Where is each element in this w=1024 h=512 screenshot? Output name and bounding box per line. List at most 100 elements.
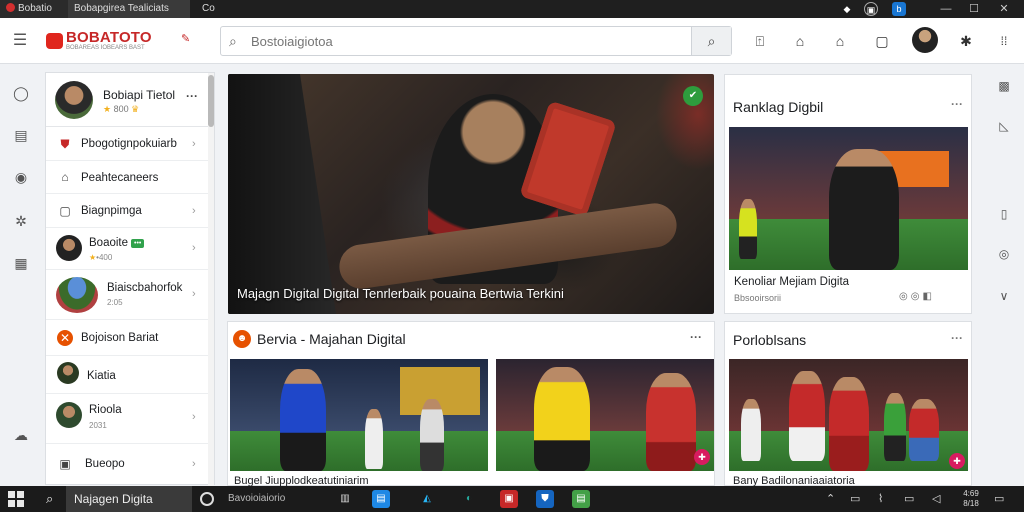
sidebar-item-label: Rioola — [89, 404, 122, 416]
pin-icon[interactable]: ✚ — [949, 453, 965, 469]
notifications-icon[interactable]: ▭ — [994, 492, 1004, 505]
user-avatar[interactable] — [912, 27, 938, 53]
sidebar-item-5[interactable]: Biaiscbahorfok 2:05 › — [46, 270, 208, 320]
players-more-icon[interactable]: ··· — [951, 331, 963, 345]
tray-network-icon[interactable]: ⌇ — [878, 492, 883, 505]
compass-icon[interactable]: ◉ — [12, 168, 30, 186]
news-thumbnail-1[interactable] — [230, 359, 488, 471]
tray-volume-icon[interactable]: ◁ — [932, 492, 940, 505]
browser-tab-1[interactable]: Bobatio — [0, 0, 68, 18]
sidebar-item-6[interactable]: ✕ Bojoison Bariat — [46, 320, 208, 356]
square-icon[interactable]: ▢ — [872, 31, 892, 51]
sidebar-item-label: Biaiscbahorfok — [107, 282, 183, 294]
players-thumbnail[interactable]: ✚ — [729, 359, 968, 471]
contact-sub: ★•400 — [89, 253, 112, 262]
help-icon[interactable]: ☁ — [12, 426, 30, 444]
tray-chat-icon[interactable]: ▭ — [850, 492, 860, 505]
tablet-icon[interactable]: ▯ — [996, 206, 1012, 222]
sidebar-item-9[interactable]: ▣ Bueopo › — [46, 444, 208, 484]
sidebar-item-label: Kiatia — [87, 370, 116, 382]
hero-caption: Majagn Digital Digital Tenrlerbaik pouai… — [237, 286, 564, 301]
news-thumbnail-2[interactable]: ✚ — [496, 359, 714, 471]
sidebar-item-sub: 2:05 — [107, 298, 123, 307]
shield-app-icon[interactable]: ⛊ — [536, 490, 554, 508]
sidebar-item-label: Bojoison Bariat — [81, 332, 159, 344]
live-indicator-icon[interactable]: ✔ — [683, 86, 703, 106]
hamburger-menu-icon[interactable]: ☰ — [10, 31, 30, 51]
grid-icon[interactable]: ▩ — [996, 78, 1012, 94]
ranking-thumbnail[interactable] — [729, 127, 968, 270]
search-input[interactable] — [251, 32, 671, 50]
player-figure — [789, 371, 825, 461]
profile-summary[interactable]: Bobiapi Tietol ★ 800 ♛ ··· — [46, 73, 208, 127]
tray-monitor-icon[interactable]: ▭ — [904, 492, 914, 505]
profile-extension-icon[interactable]: b — [892, 2, 906, 16]
image-icon[interactable]: ▦ — [12, 254, 30, 272]
sidebar-item-1[interactable]: ⛊ Pbogotignpokuiarb › — [46, 127, 208, 161]
profile-more-icon[interactable]: ··· — [186, 89, 198, 103]
sidebar-item-8[interactable]: Rioola 2031 › — [46, 394, 208, 444]
sidebar-item-3[interactable]: ▢ Biagnpimga › — [46, 194, 208, 228]
taskbar-pinned-text[interactable]: Bavoioiaiorio — [228, 493, 285, 504]
ranking-subtitle[interactable]: Kenoliar Mejiam Digita — [734, 276, 849, 288]
edit-icon[interactable]: ◺ — [996, 118, 1012, 134]
upload-icon[interactable]: ⍐ — [750, 31, 770, 51]
taskbar-clock[interactable]: 4:69 8/18 — [960, 489, 982, 509]
crown-icon: ♛ — [131, 104, 140, 114]
tray-chevron-icon[interactable]: ⌃ — [826, 492, 835, 505]
target-icon[interactable]: ◎ — [996, 246, 1012, 262]
news-more-icon[interactable]: ··· — [690, 330, 702, 344]
taskbar-search-box[interactable] — [66, 486, 192, 512]
sidebar-scrollbar[interactable] — [208, 73, 214, 486]
red-app-icon[interactable]: ▣ — [500, 490, 518, 508]
ranking-card: Ranklag Digbil ··· Kenoliar Mejiam Digit… — [724, 74, 972, 314]
tag-extension-icon[interactable]: ◆ — [840, 2, 854, 16]
note-icon[interactable]: ▤ — [12, 126, 30, 144]
player-figure — [829, 377, 869, 471]
settings-gear-icon[interactable]: ✱ — [956, 31, 976, 51]
chevron-right-icon: › — [192, 138, 196, 150]
apps-grid-icon[interactable]: ⁞⁞ — [994, 31, 1014, 51]
browser-tab-3[interactable]: Co — [196, 0, 226, 18]
sidebar-item-sub: 2031 — [89, 421, 107, 430]
ranking-more-icon[interactable]: ··· — [951, 97, 963, 111]
chevron-down-icon[interactable]: ∨ — [996, 288, 1012, 304]
search-submit-button[interactable]: ⌕ — [691, 27, 731, 55]
chevron-right-icon: › — [192, 288, 196, 300]
edge-icon[interactable]: ◐ — [460, 490, 478, 508]
shield-extension-icon[interactable]: ▣ — [864, 2, 878, 16]
search-bar[interactable]: ⌕ ⌕ — [220, 26, 732, 56]
sidebar-item-4[interactable]: Boaoite ••• ★•400 › — [46, 228, 208, 270]
chevron-right-icon: › — [192, 458, 196, 470]
sidebar-scroll-thumb[interactable] — [208, 75, 214, 127]
store-icon[interactable]: ▤ — [372, 490, 390, 508]
close-icon[interactable]: ✕ — [990, 0, 1018, 18]
cortana-icon[interactable] — [200, 492, 214, 506]
home-icon[interactable]: ⌂ — [790, 31, 810, 51]
clock-date: 8/18 — [963, 499, 979, 508]
star-icon: ★ — [103, 104, 112, 114]
start-menu-icon[interactable] — [8, 491, 24, 507]
taskbar-search-input[interactable] — [74, 491, 186, 507]
left-icon-rail: ◯ ▤ ◉ ✲ ▦ ☁ — [0, 64, 44, 484]
region-flag-icon[interactable]: ✎ — [181, 32, 190, 45]
left-sidebar: Bobiapi Tietol ★ 800 ♛ ··· ⛊ Pbogotignpo… — [45, 72, 215, 486]
minimize-icon[interactable]: — — [932, 0, 960, 18]
taskbar-search-icon[interactable]: ⌕ — [46, 491, 53, 507]
save-icon[interactable]: ◧ — [922, 291, 934, 302]
photos-icon[interactable]: ◭ — [418, 490, 436, 508]
task-view-icon[interactable]: ▥ — [336, 490, 354, 508]
house-icon[interactable]: ⌂ — [830, 31, 850, 51]
sidebar-item-7[interactable]: Kiatia — [46, 356, 208, 394]
chat-icon[interactable]: ◯ — [12, 84, 30, 102]
browser-tab-2[interactable]: Bobapgirea Tealiciats — [68, 0, 190, 18]
gear-icon[interactable]: ✲ — [12, 212, 30, 230]
maximize-icon[interactable]: ☐ — [960, 0, 988, 18]
hero-banner[interactable]: ✔ Majagn Digital Digital Tenrlerbaik pou… — [228, 74, 714, 314]
sidebar-item-2[interactable]: ⌂ Peahtecaneers — [46, 161, 208, 194]
sheet-app-icon[interactable]: ▤ — [572, 490, 590, 508]
chevron-right-icon: › — [192, 242, 196, 254]
share-icon[interactable]: ◎ — [911, 291, 923, 302]
like-icon[interactable]: ◎ — [899, 291, 911, 302]
pin-icon[interactable]: ✚ — [694, 449, 710, 465]
